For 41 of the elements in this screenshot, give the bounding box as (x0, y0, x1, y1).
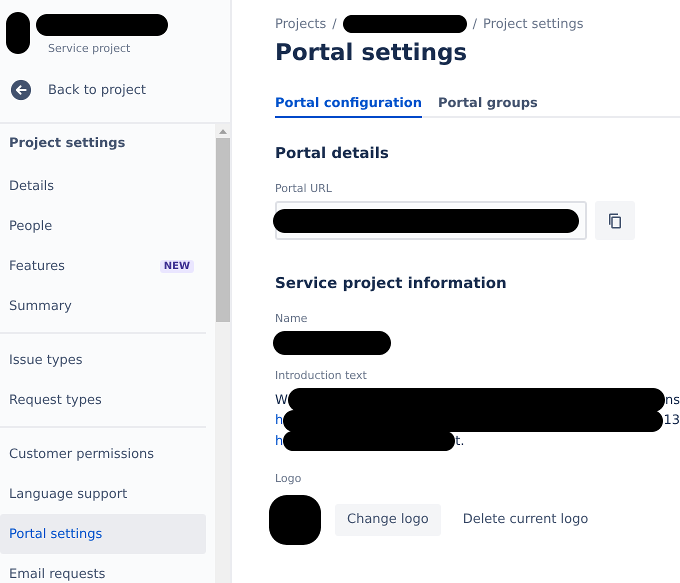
section-heading: Portal details (275, 144, 390, 162)
url-field[interactable] (275, 201, 587, 240)
nav-item[interactable]: Language support (0, 474, 206, 514)
nav-item[interactable]: Email requests (0, 554, 206, 583)
nav-item[interactable]: Issue types (0, 340, 206, 380)
field-label: Logo (275, 472, 302, 484)
nav-item[interactable]: People (0, 206, 206, 246)
change-logo-button[interactable]: Change logo (335, 504, 441, 536)
breadcrumb-link[interactable]: Projects (275, 16, 326, 32)
text-fragment: W (275, 392, 288, 408)
breadcrumb-separator: / (472, 16, 478, 32)
delete-logo-button[interactable]: Delete current logo (450, 504, 600, 536)
tab[interactable]: Portal configuration (275, 96, 422, 118)
project-type: Service project (48, 42, 132, 55)
nav-item[interactable]: Details (0, 166, 206, 206)
field-label: Portal URL (275, 182, 333, 195)
breadcrumb-separator: / (332, 16, 337, 32)
redaction-mark (269, 494, 321, 544)
field-label: Name (275, 312, 308, 325)
scrollbar[interactable] (215, 124, 230, 583)
text-fragment: h (275, 413, 284, 428)
nav-item[interactable]: Summary (0, 286, 206, 326)
text-fragment: 13 (663, 413, 680, 428)
nav-item[interactable]: Portal settings (0, 514, 206, 554)
breadcrumb-link[interactable]: Project settings (483, 16, 584, 32)
new-badge: NEW (160, 260, 194, 272)
section-heading: Project settings (8, 135, 126, 153)
text-fragment: h (275, 434, 284, 449)
copy-button[interactable] (595, 201, 635, 240)
section-heading: Service project information (275, 274, 508, 292)
copy-icon (606, 212, 624, 230)
redaction-mark (6, 12, 30, 54)
nav-item[interactable]: Request types (0, 380, 206, 420)
nav-item[interactable]: Customer permissions (0, 434, 206, 474)
page-title: Portal settings (275, 40, 468, 66)
back-link[interactable]: Back to project (0, 58, 230, 122)
text-fragment: ns (664, 392, 680, 408)
tab[interactable]: Portal groups (438, 96, 538, 118)
text-fragment: t. (455, 434, 464, 449)
field-label: Introduction text (275, 369, 368, 382)
nav-item[interactable]: Features NEW (0, 246, 206, 286)
